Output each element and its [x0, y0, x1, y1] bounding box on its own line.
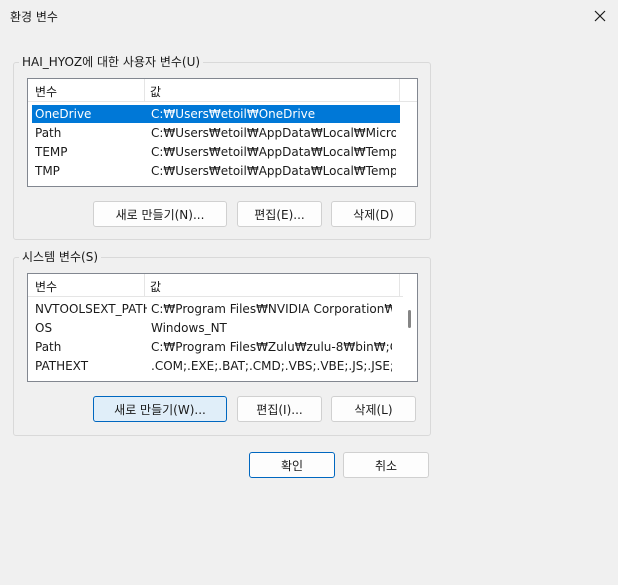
var-value: C:₩Users₩etoil₩AppData₩Local₩Temp — [151, 145, 396, 159]
var-name: OS — [35, 321, 53, 335]
system-var-row-os[interactable]: OS Windows_NT — [32, 319, 396, 337]
var-name: PATHEXT — [35, 359, 89, 373]
user-new-button[interactable]: 새로 만들기(N)... — [93, 201, 227, 227]
user-var-row-tmp[interactable]: TMP C:₩Users₩etoil₩AppData₩Local₩Temp — [32, 162, 400, 180]
system-var-row-path[interactable]: Path C:₩Program Files₩Zulu₩zulu-8₩bin₩;C… — [32, 338, 396, 356]
user-var-row-temp[interactable]: TEMP C:₩Users₩etoil₩AppData₩Local₩Temp — [32, 143, 400, 161]
var-value: C:₩Program Files₩NVIDIA Corporation₩Nv..… — [151, 302, 392, 316]
var-name: OneDrive — [35, 107, 92, 121]
list-header: 변수 값 — [28, 79, 417, 102]
system-variables-list[interactable]: 변수 값 NVTOOLSEXT_PATH C:₩Program Files₩NV… — [27, 273, 418, 382]
cancel-button[interactable]: 취소 — [343, 452, 429, 478]
system-var-row-pathext[interactable]: PATHEXT .COM;.EXE;.BAT;.CMD;.VBS;.VBE;.J… — [32, 357, 396, 375]
var-value: C:₩Users₩etoil₩OneDrive — [151, 107, 316, 121]
list-header: 변수 값 — [28, 274, 417, 297]
system-edit-button[interactable]: 편집(I)... — [237, 396, 322, 422]
vertical-scrollbar[interactable] — [403, 296, 417, 381]
user-edit-button[interactable]: 편집(E)... — [237, 201, 322, 227]
var-value: C:₩Users₩etoil₩AppData₩Local₩Temp — [151, 164, 396, 178]
var-name: Path — [35, 340, 62, 354]
user-variables-label: HAI_HYOZ에 대한 사용자 변수(U) — [19, 53, 204, 70]
var-value: C:₩Users₩etoil₩AppData₩Local₩Microsoft… — [151, 126, 396, 140]
column-header-variable[interactable]: 변수 — [35, 83, 57, 100]
system-variables-label: 시스템 변수(S) — [19, 248, 101, 265]
var-value: Windows_NT — [151, 321, 227, 335]
var-name: Path — [35, 126, 62, 140]
user-var-row-path[interactable]: Path C:₩Users₩etoil₩AppData₩Local₩Micros… — [32, 124, 400, 142]
column-header-value[interactable]: 값 — [150, 278, 161, 295]
var-value: C:₩Program Files₩Zulu₩zulu-8₩bin₩;C:₩... — [151, 340, 392, 354]
var-name: TMP — [35, 164, 60, 178]
column-header-variable[interactable]: 변수 — [35, 278, 57, 295]
user-delete-button[interactable]: 삭제(D) — [331, 201, 416, 227]
user-var-row-onedrive[interactable]: OneDrive C:₩Users₩etoil₩OneDrive — [32, 105, 400, 123]
var-name: TEMP — [35, 145, 68, 159]
ok-button[interactable]: 확인 — [249, 452, 335, 478]
title-bar: 환경 변수 — [0, 0, 618, 32]
column-header-value[interactable]: 값 — [150, 83, 161, 100]
system-new-button[interactable]: 새로 만들기(W)... — [93, 396, 227, 422]
var-name: NVTOOLSEXT_PATH — [35, 302, 147, 316]
var-value: .COM;.EXE;.BAT;.CMD;.VBS;.VBE;.JS;.JSE;.… — [151, 359, 392, 373]
close-button[interactable] — [588, 4, 612, 28]
scrollbar-thumb[interactable] — [408, 310, 411, 328]
close-icon — [594, 10, 606, 22]
system-var-row-nvtoolsext[interactable]: NVTOOLSEXT_PATH C:₩Program Files₩NVIDIA … — [32, 300, 396, 318]
system-delete-button[interactable]: 삭제(L) — [331, 396, 416, 422]
window-title: 환경 변수 — [10, 10, 58, 24]
user-variables-list[interactable]: 변수 값 OneDrive C:₩Users₩etoil₩OneDrive Pa… — [27, 78, 418, 187]
